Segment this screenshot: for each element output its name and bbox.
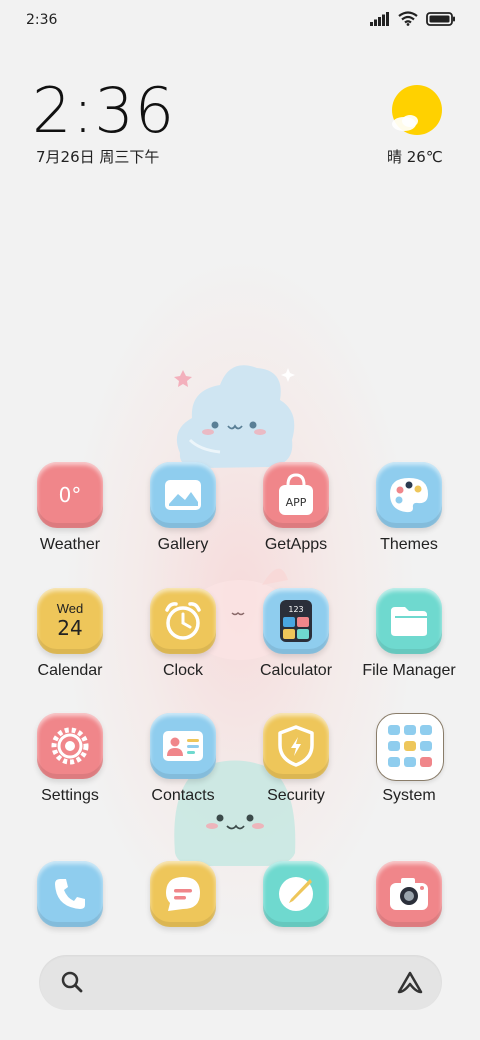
cloud-mascot-icon: [174, 365, 295, 468]
chat-bubble-icon: [166, 877, 200, 911]
settings-app-label[interactable]: Settings: [15, 787, 125, 805]
getapps-icon-text: APP: [285, 496, 307, 509]
weather-sun-icon[interactable]: [391, 84, 443, 136]
assistant-icon[interactable]: [396, 970, 424, 996]
settings-app-icon[interactable]: [37, 713, 103, 779]
signal-icon: [370, 11, 389, 26]
getapps-app-label[interactable]: GetApps: [241, 536, 351, 554]
messages-icon[interactable]: [150, 861, 216, 927]
status-icons: [370, 11, 456, 26]
calculator-app-label[interactable]: Calculator: [241, 662, 351, 680]
wifi-icon: [398, 11, 418, 26]
clock-widget-date: 7月26日 周三下午: [36, 148, 160, 166]
search-bar[interactable]: [39, 955, 442, 1010]
security-app-icon[interactable]: [263, 713, 329, 779]
calculator-app-icon[interactable]: 123: [263, 588, 329, 654]
system-folder-label[interactable]: System: [354, 787, 464, 805]
browser-icon[interactable]: [263, 861, 329, 927]
system-folder-icon[interactable]: [376, 713, 444, 781]
security-app-label[interactable]: Security: [241, 787, 351, 805]
gallery-icon: [165, 480, 201, 510]
calendar-icon-day: Wed: [56, 601, 84, 616]
alarm-clock-icon: [165, 602, 201, 640]
camera-icon[interactable]: [376, 861, 442, 927]
search-icon[interactable]: [60, 970, 84, 994]
contacts-app-icon[interactable]: [150, 713, 216, 779]
battery-icon: [426, 11, 455, 26]
getapps-app-icon[interactable]: APP: [263, 462, 329, 528]
file-manager-app-icon[interactable]: [376, 588, 442, 654]
contact-card-icon: [163, 731, 203, 761]
shield-icon: [278, 725, 314, 767]
calculator-icon-text: 123: [288, 605, 304, 614]
weather-app-icon[interactable]: 0°: [37, 462, 103, 528]
clock-app-icon[interactable]: [150, 588, 216, 654]
weather-widget-text: 晴 26℃: [387, 148, 443, 166]
calendar-app-icon[interactable]: Wed 24: [37, 588, 103, 654]
weather-app-label[interactable]: Weather: [15, 536, 125, 554]
palette-icon: [390, 478, 428, 513]
themes-app-label[interactable]: Themes: [354, 536, 464, 554]
phone-handset-icon: [55, 879, 85, 909]
clock-app-label[interactable]: Clock: [128, 662, 238, 680]
status-bar: 2:36: [0, 0, 480, 42]
calendar-icon-date: 24: [57, 616, 83, 640]
phone-icon[interactable]: [37, 861, 103, 927]
clock-widget-time[interactable]: 2:36: [32, 74, 175, 147]
contacts-app-label[interactable]: Contacts: [128, 787, 238, 805]
gallery-app-label[interactable]: Gallery: [128, 536, 238, 554]
weather-icon-text: 0°: [58, 483, 82, 507]
file-manager-app-label[interactable]: File Manager: [354, 662, 464, 680]
settings-gear-icon: [51, 727, 89, 765]
calendar-app-label[interactable]: Calendar: [15, 662, 125, 680]
themes-app-icon[interactable]: [376, 462, 442, 528]
camera-body-icon: [390, 878, 428, 910]
shopping-bag-icon: [279, 473, 313, 515]
status-time: 2:36: [26, 12, 58, 28]
folder-icon: [391, 607, 427, 636]
app-folder-grid-icon: [388, 725, 432, 767]
compass-icon: [279, 877, 313, 911]
gallery-app-icon[interactable]: [150, 462, 216, 528]
